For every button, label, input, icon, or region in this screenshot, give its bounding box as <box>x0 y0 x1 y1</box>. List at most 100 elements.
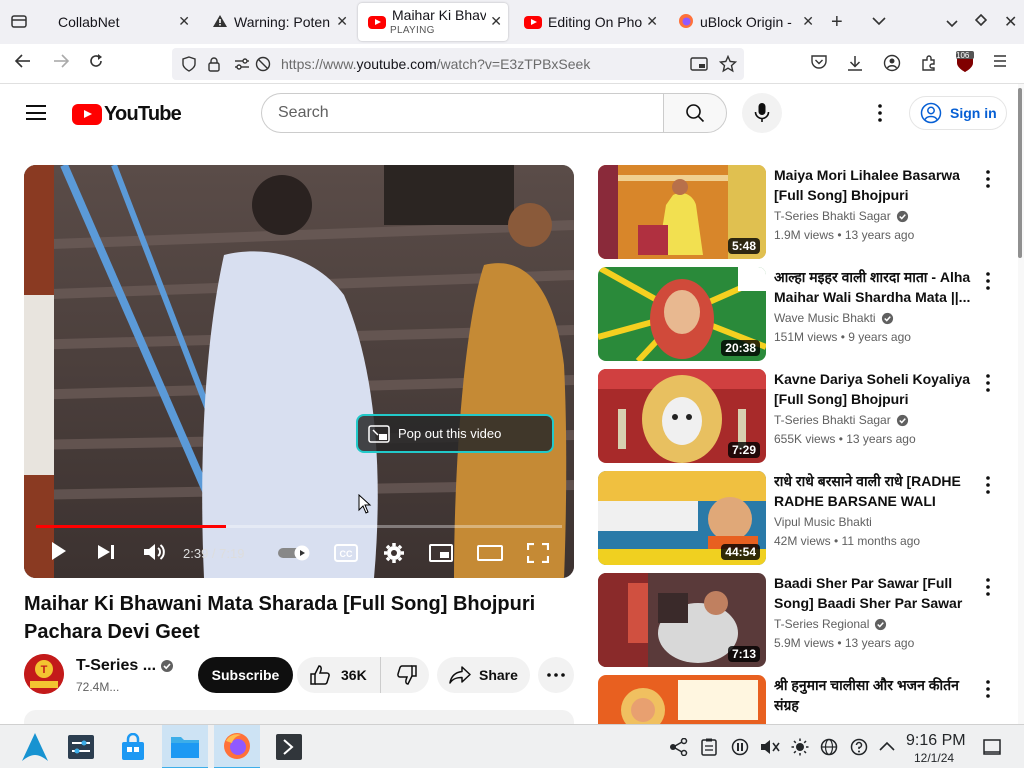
permissions-icon[interactable] <box>234 57 250 75</box>
show-desktop-icon[interactable] <box>983 739 1001 755</box>
hamburger-menu-icon[interactable] <box>993 54 1007 72</box>
tab-overview-icon[interactable] <box>10 12 28 35</box>
fullscreen-button[interactable] <box>526 542 550 568</box>
page-scrollbar[interactable] <box>1018 84 1024 724</box>
settings-more-button[interactable] <box>867 103 893 123</box>
bookmark-star-icon[interactable] <box>718 54 738 77</box>
chevron-up-icon[interactable] <box>879 741 895 751</box>
window-maximize-icon[interactable] <box>974 13 988 31</box>
channel-name[interactable]: T-Series ... <box>76 657 156 675</box>
list-tabs-chevron-icon[interactable] <box>872 13 886 31</box>
related-video-menu-button[interactable] <box>980 577 996 597</box>
taskbar-firefox[interactable] <box>214 725 260 768</box>
pop-out-video-button[interactable]: Pop out this video <box>356 414 554 453</box>
like-button[interactable]: 36K <box>297 657 381 693</box>
related-video-channel[interactable]: T-Series Regional <box>774 617 887 631</box>
related-video-menu-button[interactable] <box>980 373 996 393</box>
shield-icon[interactable] <box>181 56 197 76</box>
url-text[interactable]: https://www.youtube.com/watch?v=E3zTPBxS… <box>281 56 590 72</box>
share-button[interactable]: Share <box>437 657 530 693</box>
search-input[interactable] <box>278 104 638 122</box>
clipboard-icon[interactable] <box>701 738 717 756</box>
autoplay-toggle[interactable] <box>278 545 312 566</box>
related-video-item[interactable]: 7:13 Baadi Sher Par Sawar [Full Song] Ba… <box>598 573 1008 667</box>
tab-editing-on-pho[interactable]: Editing On Pho ✕ <box>514 3 664 41</box>
tab-ublock-origin[interactable]: uBlock Origin - ✕ <box>670 3 820 41</box>
related-video-menu-button[interactable] <box>980 679 996 699</box>
more-actions-button[interactable] <box>538 657 574 693</box>
video-thumbnail[interactable]: 44:54 <box>598 471 766 565</box>
related-video-title[interactable]: Kavne Dariya Soheli Koyaliya [Full Song]… <box>774 369 974 409</box>
network-globe-icon[interactable] <box>820 738 838 756</box>
search-button[interactable] <box>663 93 727 133</box>
captions-button[interactable]: CC <box>334 544 358 567</box>
help-icon[interactable] <box>850 738 868 756</box>
related-video-menu-button[interactable] <box>980 169 996 189</box>
autoplay-blocked-icon[interactable] <box>255 56 271 76</box>
back-arrow-icon[interactable] <box>14 52 32 75</box>
related-video-item[interactable]: 20:38 आल्हा मइहर वाली शारदा माता - Alha … <box>598 267 1008 361</box>
taskbar-file-manager[interactable] <box>162 725 208 768</box>
window-close-icon[interactable]: ✕ <box>1004 12 1017 32</box>
settings-button[interactable] <box>383 542 405 569</box>
related-video-title[interactable]: Baadi Sher Par Sawar [Full Song] Baadi S… <box>774 573 974 613</box>
lock-icon[interactable] <box>207 56 221 76</box>
play-button[interactable] <box>50 540 68 567</box>
volume-muted-icon[interactable] <box>760 738 780 756</box>
related-video-item[interactable]: 5:48 Maiya Mori Lihalee Basarwa [Full So… <box>598 165 1008 259</box>
picture-in-picture-icon[interactable] <box>690 56 708 76</box>
url-bar[interactable]: https://www.youtube.com/watch?v=E3zTPBxS… <box>172 48 744 80</box>
related-video-channel[interactable]: Vipul Music Bhakti <box>774 515 872 529</box>
clock-time[interactable]: 9:16 PM <box>906 732 966 750</box>
network-share-icon[interactable] <box>669 738 689 756</box>
video-thumbnail[interactable] <box>598 675 766 724</box>
related-video-title[interactable]: श्री हनुमान चालीसा और भजन कीर्तन संग्रह <box>774 675 974 715</box>
close-icon[interactable]: ✕ <box>802 13 814 30</box>
forward-arrow-icon[interactable] <box>52 52 70 75</box>
tab-warning[interactable]: Warning: Poten ✕ <box>204 3 354 41</box>
taskbar-discover-store[interactable] <box>110 725 156 768</box>
taskbar-terminal[interactable] <box>266 725 312 768</box>
download-icon[interactable] <box>846 54 864 76</box>
progress-bar[interactable] <box>36 525 562 528</box>
next-button[interactable] <box>96 543 116 566</box>
video-player[interactable]: Pop out this video 2:39 / 7:19 CC <box>24 165 574 578</box>
video-thumbnail[interactable]: 5:48 <box>598 165 766 259</box>
voice-search-button[interactable] <box>742 93 782 133</box>
tab-collabnet[interactable]: CollabNet ✕ <box>46 3 196 41</box>
close-icon[interactable]: ✕ <box>178 13 190 30</box>
related-video-title[interactable]: Maiya Mori Lihalee Basarwa [Full Song] B… <box>774 165 974 205</box>
media-pause-icon[interactable] <box>731 738 749 756</box>
video-thumbnail[interactable]: 20:38 <box>598 267 766 361</box>
reload-icon[interactable] <box>87 52 105 75</box>
description-box[interactable] <box>24 710 574 724</box>
ublock-origin-icon[interactable]: 106 <box>955 50 975 78</box>
close-icon[interactable]: ✕ <box>646 13 658 30</box>
related-video-channel[interactable]: T-Series Bhakti Sagar <box>774 209 909 223</box>
sign-in-button[interactable]: Sign in <box>909 96 1007 130</box>
related-video-item[interactable]: 7:29 Kavne Dariya Soheli Koyaliya [Full … <box>598 369 1008 463</box>
app-launcher[interactable] <box>12 725 58 768</box>
subscribe-button[interactable]: Subscribe <box>198 657 293 693</box>
related-video-title[interactable]: राधे राधे बरसाने वाली राधे [RADHE RADHE … <box>774 471 974 511</box>
close-icon[interactable]: ✕ <box>336 13 348 30</box>
related-video-channel[interactable]: T-Series Bhakti Sagar <box>774 413 909 427</box>
scrollbar-thumb[interactable] <box>1018 88 1022 258</box>
close-icon[interactable]: ✕ <box>490 13 502 30</box>
pocket-icon[interactable] <box>810 54 828 74</box>
related-video-menu-button[interactable] <box>980 475 996 495</box>
related-video-item[interactable]: श्री हनुमान चालीसा और भजन कीर्तन संग्रह <box>598 675 1008 724</box>
account-icon[interactable] <box>883 54 901 76</box>
taskbar-system-settings[interactable] <box>58 725 104 768</box>
channel-avatar[interactable]: T <box>24 654 64 694</box>
related-video-menu-button[interactable] <box>980 271 996 291</box>
video-thumbnail[interactable]: 7:13 <box>598 573 766 667</box>
related-video-title[interactable]: आल्हा मइहर वाली शारदा माता - Alha Maihar… <box>774 267 974 307</box>
related-video-item[interactable]: 44:54 राधे राधे बरसाने वाली राधे [RADHE … <box>598 471 1008 565</box>
tab-maihar-playing[interactable]: Maihar Ki Bhav PLAYING ✕ <box>358 3 508 41</box>
brightness-icon[interactable] <box>791 738 809 756</box>
new-tab-plus-icon[interactable]: + <box>831 11 843 34</box>
youtube-logo[interactable]: YouTube <box>72 103 182 126</box>
miniplayer-button[interactable] <box>429 544 453 567</box>
video-thumbnail[interactable]: 7:29 <box>598 369 766 463</box>
